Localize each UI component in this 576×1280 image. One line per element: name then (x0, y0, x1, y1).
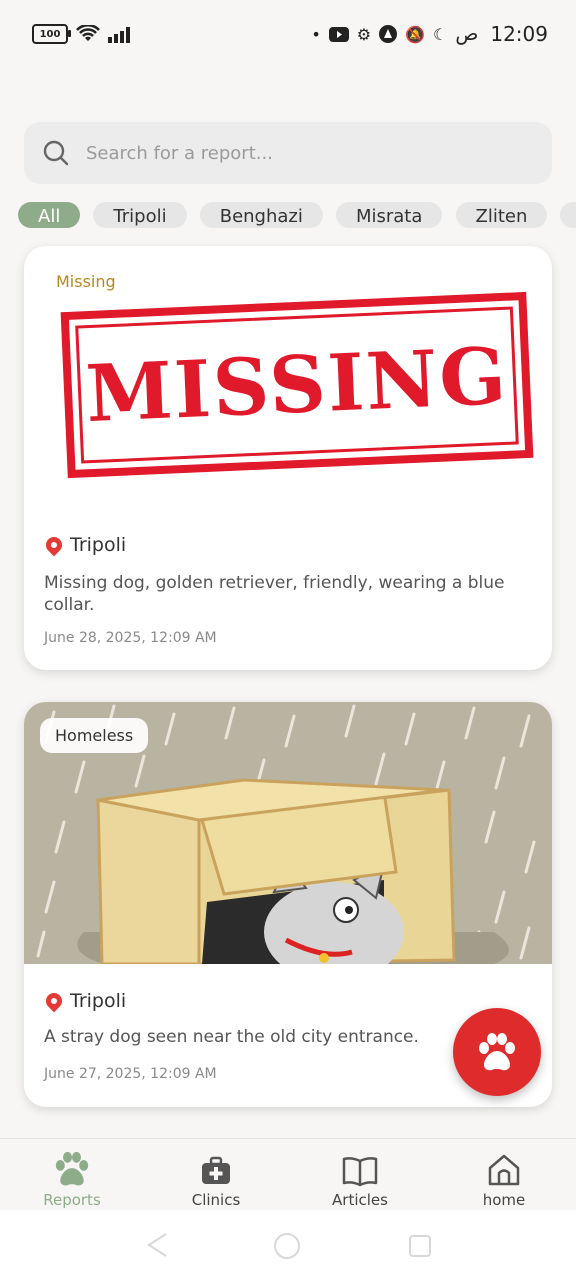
system-navigation-bar (0, 1210, 576, 1280)
back-icon[interactable] (146, 1232, 168, 1258)
filter-chip-misrata[interactable]: Misrata (335, 202, 443, 228)
status-right: • ⚙ 🔕 ☾ ص 12:09 (311, 22, 548, 46)
report-description: Missing dog, golden retriever, friendly,… (44, 573, 505, 615)
stamp-text: MISSING (84, 330, 510, 440)
battery-icon: 100 (32, 24, 71, 44)
add-report-button[interactable] (453, 1008, 541, 1096)
nav-label: home (482, 1191, 526, 1209)
search-icon (43, 140, 69, 166)
status-left: 100 (32, 24, 134, 44)
book-icon (342, 1157, 378, 1187)
location: Tripoli (42, 533, 127, 557)
status-tag: Homeless (40, 718, 149, 753)
nav-label: Articles (332, 1191, 388, 1209)
location-pin-icon (42, 533, 66, 557)
status-bar: 100 • ⚙ 🔕 ☾ ص 12:09 (0, 0, 576, 72)
settings-icon: ⚙ (356, 24, 372, 44)
paw-icon (55, 1151, 89, 1186)
cat-in-box-image: Homeless (24, 702, 552, 964)
location-pin-icon (42, 989, 66, 1013)
am-pm: ص (455, 23, 479, 45)
status-tag: Missing (56, 272, 116, 291)
filter-chip-tripoli[interactable]: Tripoli (93, 202, 187, 228)
filter-chip-benghazi[interactable]: Benghazi (199, 202, 323, 228)
nav-label: Clinics (191, 1191, 241, 1209)
search-bar[interactable] (24, 122, 552, 184)
report-date: June 28, 2025, 12:09 AM (44, 630, 217, 646)
recents-icon[interactable] (408, 1234, 432, 1258)
filter-chip-all[interactable]: All (18, 202, 81, 228)
youtube-icon (328, 26, 349, 42)
medical-bag-icon (202, 1156, 230, 1184)
filter-chip-more[interactable] (560, 202, 576, 228)
nav-clinics[interactable]: Clinics (144, 1139, 288, 1211)
report-date: June 27, 2025, 12:09 AM (44, 1066, 217, 1082)
moon-icon: ☾ (433, 24, 448, 44)
search-input[interactable] (84, 141, 508, 165)
bell-off-icon: 🔕 (405, 24, 426, 44)
nav-home[interactable]: home (432, 1139, 576, 1211)
nav-reports[interactable]: Reports (0, 1139, 144, 1211)
filter-chip-zliten[interactable]: Zliten (455, 202, 548, 228)
paw-icon (479, 1033, 515, 1071)
clock: 12:09 (490, 22, 548, 46)
filter-chips: All Tripoli Benghazi Misrata Zliten (18, 202, 576, 228)
home-circle-icon[interactable] (272, 1231, 302, 1261)
location-label: Tripoli (70, 534, 127, 556)
nav-articles[interactable]: Articles (288, 1139, 432, 1211)
battery-level: 100 (39, 28, 61, 40)
wifi-icon (76, 25, 100, 41)
dot-icon: • (311, 24, 321, 44)
home-icon (488, 1154, 520, 1186)
app-icon (379, 25, 398, 43)
report-card[interactable]: Missing MISSING Tripoli Missing dog, gol… (24, 246, 552, 670)
missing-stamp-image: MISSING (60, 291, 534, 479)
signal-icon (108, 27, 130, 43)
location-label: Tripoli (70, 990, 127, 1012)
nav-label: Reports (43, 1191, 101, 1209)
bottom-navigation: Reports Clinics Articles home (0, 1138, 576, 1211)
location: Tripoli (42, 989, 127, 1013)
